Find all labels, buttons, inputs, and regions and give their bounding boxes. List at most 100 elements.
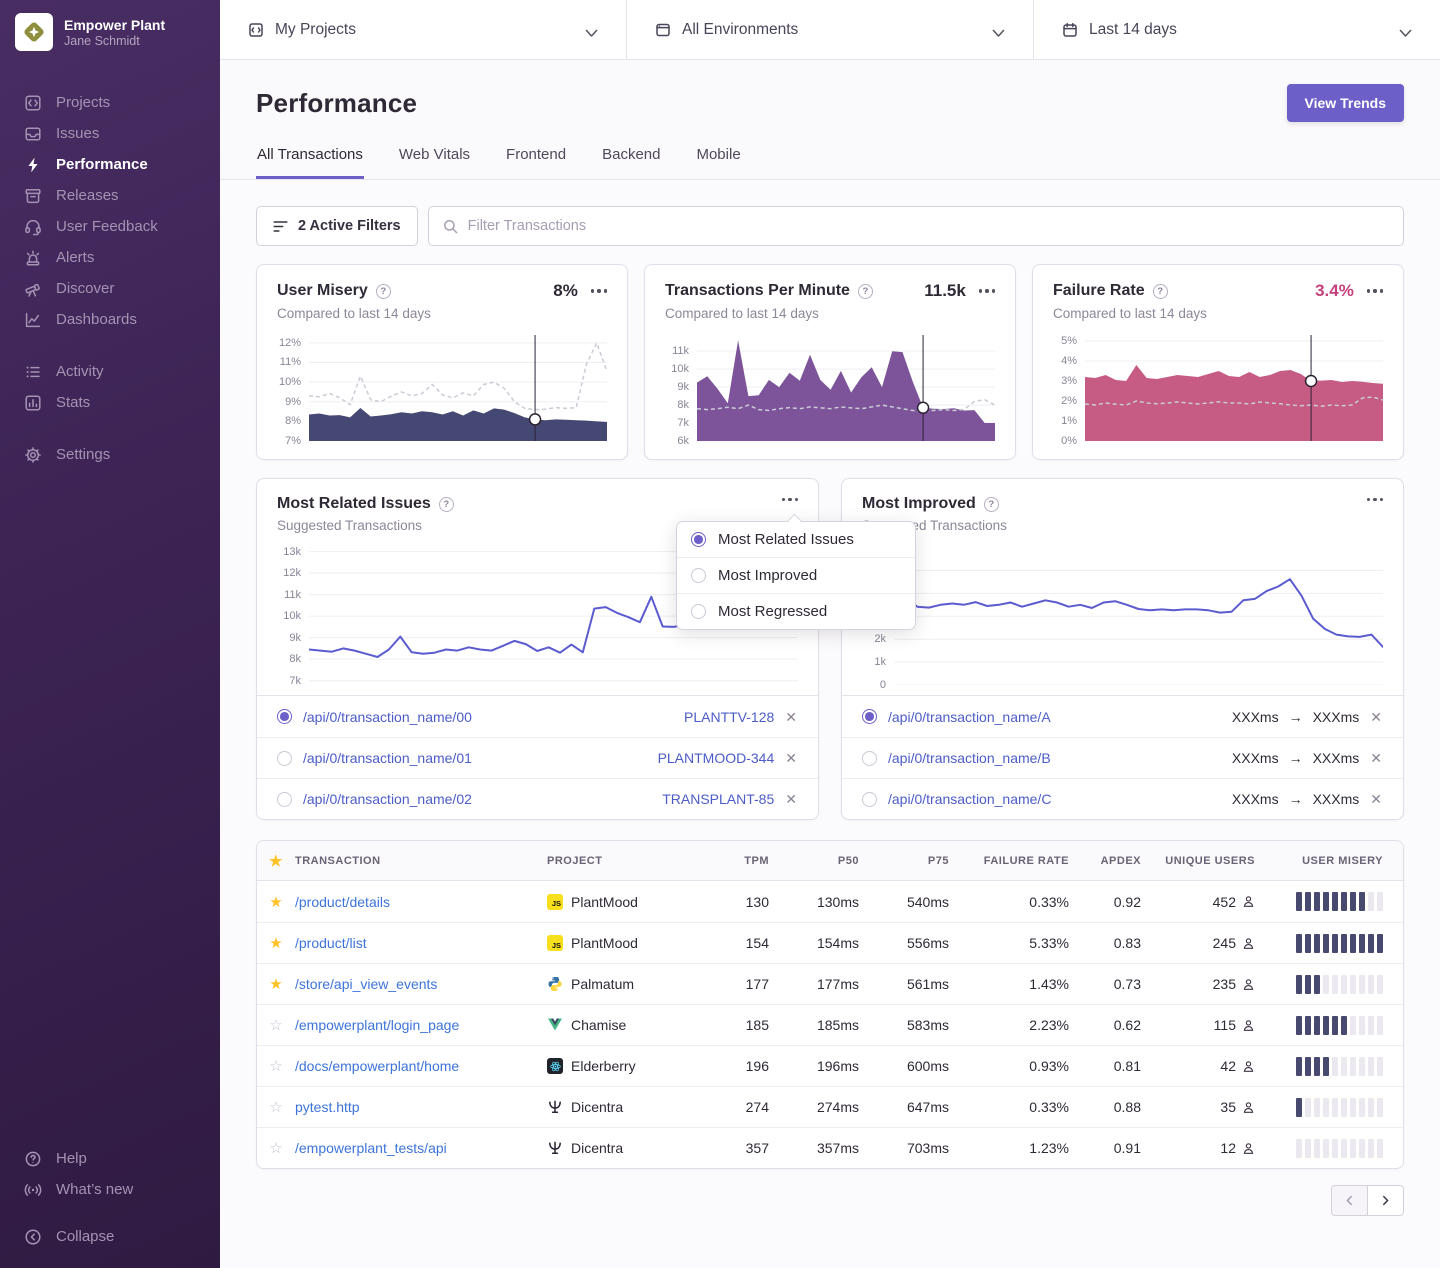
sidebar-item-user-feedback[interactable]: User Feedback — [0, 211, 220, 242]
star-icon[interactable]: ★ — [269, 893, 282, 911]
sidebar-item-projects[interactable]: Projects — [0, 87, 220, 118]
sidebar-item-activity[interactable]: Activity — [0, 356, 220, 387]
transaction-link[interactable]: /api/0/transaction_name/C — [888, 791, 1051, 807]
star-icon[interactable]: ★ — [269, 975, 282, 993]
star-icon[interactable]: ☆ — [269, 1057, 282, 1075]
sidebar-item-stats[interactable]: Stats — [0, 387, 220, 418]
transaction-radio[interactable] — [862, 709, 877, 724]
transaction-link[interactable]: /api/0/transaction_name/B — [888, 750, 1051, 766]
transaction-link[interactable]: pytest.http — [295, 1099, 360, 1115]
pagination-prev-button[interactable] — [1331, 1185, 1368, 1216]
topbar-select-label: Last 14 days — [1089, 21, 1177, 39]
p50-cell: 177ms — [787, 976, 877, 992]
org-switcher[interactable]: Empower Plant Jane Schmidt — [0, 0, 220, 61]
transaction-link[interactable]: /api/0/transaction_name/01 — [303, 750, 472, 766]
star-icon[interactable]: ☆ — [269, 1139, 282, 1157]
sidebar-item-label: Dashboards — [56, 311, 137, 328]
transaction-radio[interactable] — [277, 709, 292, 724]
context-menu-button[interactable] — [591, 286, 607, 295]
transaction-link[interactable]: /empowerplant_tests/api — [295, 1140, 447, 1156]
sidebar-item-performance[interactable]: Performance — [0, 149, 220, 180]
tab-all-transactions[interactable]: All Transactions — [256, 146, 364, 179]
issue-link[interactable]: PLANTTV-128 — [684, 709, 774, 725]
dropdown-option-most-related-issues[interactable]: Most Related Issues — [677, 522, 915, 557]
metric-card-value: 3.4% — [1315, 281, 1354, 301]
close-icon[interactable]: ✕ — [1369, 708, 1383, 726]
star-icon[interactable]: ★ — [269, 852, 283, 870]
sidebar-item-alerts[interactable]: Alerts — [0, 242, 220, 273]
transaction-link[interactable]: /product/list — [295, 935, 367, 951]
star-icon[interactable]: ☆ — [269, 1016, 282, 1034]
view-trends-button[interactable]: View Trends — [1287, 84, 1404, 122]
sidebar-item-discover[interactable]: Discover — [0, 273, 220, 304]
close-icon[interactable]: ✕ — [784, 790, 798, 808]
close-icon[interactable]: ✕ — [784, 708, 798, 726]
dropdown-option-most-improved[interactable]: Most Improved — [677, 557, 915, 593]
context-menu-button[interactable] — [1367, 495, 1383, 504]
issue-link[interactable]: PLANTMOOD-344 — [658, 750, 775, 766]
apdex-cell: 0.62 — [1087, 1017, 1159, 1033]
user-misery-chart[interactable]: 12%11%10%9%8%7% — [277, 335, 607, 441]
table-row: ☆/empowerplant/login_pageChamise185185ms… — [257, 1004, 1403, 1045]
topbar-select-all-environments[interactable]: All Environments — [627, 0, 1034, 59]
sidebar-item-what-s-new[interactable]: What’s new — [0, 1174, 220, 1205]
col-p75: P75 — [877, 855, 967, 867]
most-improved-chart[interactable]: 2k1k0 — [862, 543, 1383, 685]
user-misery-gauge — [1271, 975, 1403, 994]
close-icon[interactable]: ✕ — [1369, 749, 1383, 767]
context-menu-button[interactable] — [782, 495, 798, 504]
axis-tick-label: 10% — [279, 376, 301, 388]
transaction-radio[interactable] — [277, 751, 292, 766]
search-input[interactable] — [468, 218, 1389, 234]
dropdown-radio[interactable] — [691, 532, 706, 547]
star-icon[interactable]: ★ — [269, 934, 282, 952]
transaction-radio[interactable] — [862, 751, 877, 766]
transaction-list-item: /api/0/transaction_name/01 PLANTMOOD-344 ✕ — [257, 737, 818, 778]
transaction-list-item: /api/0/transaction_name/CXXXms→XXXms✕ — [842, 778, 1403, 819]
transaction-link[interactable]: /api/0/transaction_name/00 — [303, 709, 472, 725]
project-cell: Palmatum — [547, 976, 717, 992]
transaction-link[interactable]: /store/api_view_events — [295, 976, 437, 992]
sidebar-item-dashboards[interactable]: Dashboards — [0, 304, 220, 335]
chart-card-title: Most Improved? — [862, 495, 1007, 513]
tab-backend[interactable]: Backend — [601, 146, 661, 179]
tab-frontend[interactable]: Frontend — [505, 146, 567, 179]
transaction-link[interactable]: /api/0/transaction_name/02 — [303, 791, 472, 807]
apdex-cell: 0.88 — [1087, 1099, 1159, 1115]
python-icon — [547, 976, 563, 992]
tab-mobile[interactable]: Mobile — [695, 146, 741, 179]
issue-link[interactable]: TRANSPLANT-85 — [662, 791, 774, 807]
duration-to: XXXms — [1313, 791, 1360, 807]
star-icon[interactable]: ☆ — [269, 1098, 282, 1116]
axis-tick-label: 7% — [285, 435, 301, 447]
failure-rate-chart[interactable]: 5%4%3%2%1%0% — [1053, 335, 1383, 441]
close-icon[interactable]: ✕ — [1369, 790, 1383, 808]
dropdown-radio[interactable] — [691, 604, 706, 619]
context-menu-button[interactable] — [979, 286, 995, 295]
sidebar-item-settings[interactable]: Settings — [0, 439, 220, 470]
topbar-select-last-14-days[interactable]: Last 14 days — [1034, 0, 1440, 59]
sidebar-item-collapse[interactable]: Collapse — [0, 1221, 220, 1252]
close-icon[interactable]: ✕ — [784, 749, 798, 767]
active-filters-button[interactable]: 2 Active Filters — [256, 206, 418, 246]
tab-web-vitals[interactable]: Web Vitals — [398, 146, 471, 179]
transaction-radio[interactable] — [277, 792, 292, 807]
transaction-link[interactable]: /product/details — [295, 894, 390, 910]
pagination-next-button[interactable] — [1367, 1185, 1404, 1216]
context-menu-button[interactable] — [1367, 286, 1383, 295]
table-row: ★/product/listJSPlantMood154154ms556ms5.… — [257, 922, 1403, 963]
transaction-link[interactable]: /empowerplant/login_page — [295, 1017, 459, 1033]
dropdown-option-most-regressed[interactable]: Most Regressed — [677, 593, 915, 629]
tpm-chart[interactable]: 11k10k9k8k7k6k — [665, 335, 995, 441]
duration-to: XXXms — [1313, 709, 1360, 725]
transaction-link[interactable]: /api/0/transaction_name/A — [888, 709, 1051, 725]
dropdown-radio[interactable] — [691, 568, 706, 583]
p50-cell: 185ms — [787, 1017, 877, 1033]
transaction-link[interactable]: /docs/empowerplant/home — [295, 1058, 459, 1074]
sidebar-item-help[interactable]: Help — [0, 1143, 220, 1174]
sidebar-item-issues[interactable]: Issues — [0, 118, 220, 149]
sidebar-item-releases[interactable]: Releases — [0, 180, 220, 211]
transaction-radio[interactable] — [862, 792, 877, 807]
topbar-select-my-projects[interactable]: My Projects — [220, 0, 627, 59]
search-box — [428, 206, 1404, 246]
